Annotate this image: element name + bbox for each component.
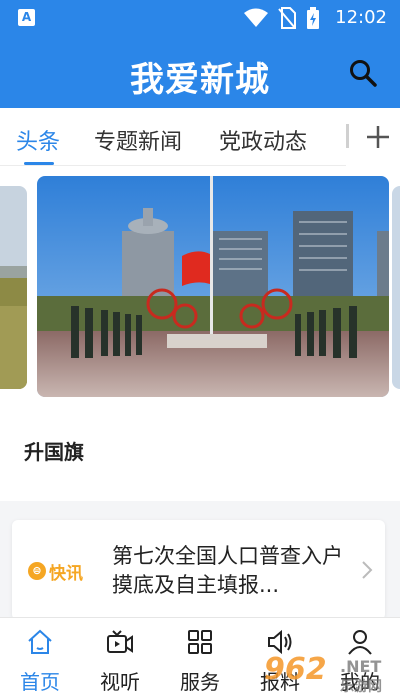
tab-special-news[interactable]: 专题新闻 — [94, 124, 182, 156]
nav-services-label: 服务 — [180, 670, 220, 694]
flash-badge: ⊜ 快讯 — [28, 560, 83, 584]
no-sim-icon — [278, 7, 296, 29]
flag-raising-photo — [37, 176, 389, 397]
plus-icon — [367, 126, 389, 148]
home-icon — [28, 629, 52, 654]
status-bar: A 12:02 — [0, 0, 400, 36]
nav-home-label: 首页 — [20, 670, 60, 694]
bottom-nav: 首页 视听 服务 报料 我的 — [0, 617, 400, 700]
nav-report[interactable]: 报料 — [240, 618, 320, 700]
flash-icon: ⊜ — [28, 562, 46, 580]
app-notification-icon: A — [18, 9, 35, 26]
carousel-next-slide[interactable] — [392, 186, 400, 389]
nav-profile[interactable]: 我的 — [320, 618, 400, 700]
video-icon — [107, 630, 133, 653]
nav-video-label: 视听 — [100, 670, 140, 694]
grid-icon — [188, 630, 212, 654]
active-tab-indicator — [24, 162, 54, 165]
user-icon — [348, 630, 372, 655]
wifi-icon — [244, 8, 268, 27]
tab-party-affairs[interactable]: 党政动态 — [219, 124, 307, 156]
carousel-prev-slide[interactable] — [0, 186, 27, 389]
nav-home[interactable]: 首页 — [0, 618, 80, 700]
tab-divider — [346, 124, 349, 148]
search-icon[interactable] — [348, 58, 378, 88]
nav-video[interactable]: 视听 — [80, 618, 160, 700]
banner-carousel: 升国旗 — [0, 166, 400, 501]
tab-headlines[interactable]: 头条 — [16, 124, 60, 156]
category-tabs: 头条 专题新闻 党政动态 — [0, 108, 400, 166]
nav-services[interactable]: 服务 — [160, 618, 240, 700]
nav-report-label: 报料 — [260, 670, 300, 694]
app-title: 我爱新城 — [130, 60, 270, 100]
flash-label: 快讯 — [49, 563, 83, 584]
news-headline[interactable]: 第七次全国人口普查入户摸底及自主填报... — [112, 542, 352, 600]
speaker-icon — [268, 629, 292, 655]
banner-caption[interactable]: 升国旗 — [24, 436, 84, 465]
battery-icon — [307, 7, 319, 29]
app-header: 我爱新城 — [0, 36, 400, 108]
carousel-main-slide[interactable] — [37, 176, 389, 397]
nav-profile-label: 我的 — [340, 670, 380, 694]
chevron-right-icon — [362, 561, 373, 579]
add-channel-button[interactable] — [346, 108, 400, 166]
status-icons — [244, 7, 320, 29]
news-flash-card[interactable]: ⊜ 快讯 第七次全国人口普查入户摸底及自主填报... — [12, 520, 385, 620]
clock: 12:02 — [335, 7, 387, 28]
